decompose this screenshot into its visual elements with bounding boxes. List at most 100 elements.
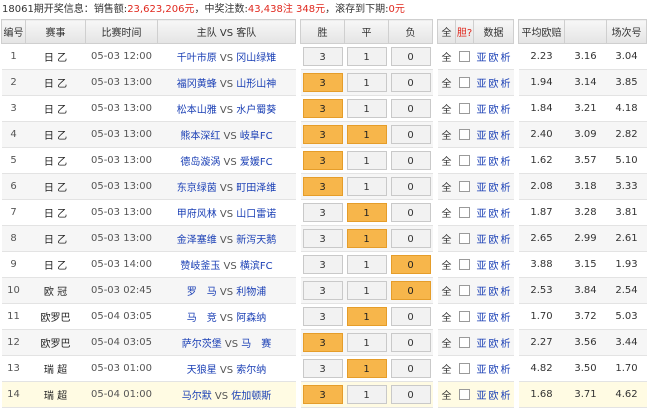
select-all-link[interactable]: 全 (437, 199, 456, 226)
analysis-link[interactable]: 析 (501, 391, 511, 402)
odds-draw-button[interactable]: 1 (346, 255, 387, 274)
analysis-link[interactable]: 析 (501, 287, 511, 298)
header-banker[interactable]: 胆? (455, 19, 474, 44)
odds-lose-button[interactable]: 0 (390, 385, 431, 404)
select-all-link[interactable]: 全 (437, 329, 456, 356)
analysis-link[interactable]: 析 (501, 209, 511, 220)
home-team[interactable]: 东京绿茵 (177, 183, 217, 194)
away-team[interactable]: 新泻天鹅 (236, 235, 276, 246)
banker-checkbox[interactable] (459, 154, 470, 166)
odds-draw-button[interactable]: 1 (346, 281, 387, 300)
home-team[interactable]: 罗 马 (187, 287, 217, 298)
analysis-link[interactable]: 析 (501, 53, 511, 64)
select-all-link[interactable]: 全 (437, 381, 456, 408)
away-team[interactable]: 索尔纳 (236, 365, 266, 376)
away-team[interactable]: 山口雷诺 (236, 209, 276, 220)
odds-draw-button[interactable]: 1 (346, 203, 387, 222)
odds-draw-button[interactable]: 1 (346, 73, 387, 92)
euro-odds-link[interactable]: 欧 (489, 209, 499, 220)
asian-odds-link[interactable]: 亚 (477, 209, 487, 220)
away-team[interactable]: 马 赛 (241, 339, 271, 350)
odds-lose-button[interactable]: 0 (390, 151, 431, 170)
odds-draw-button[interactable]: 1 (346, 177, 387, 196)
home-team[interactable]: 福冈黄蜂 (177, 79, 217, 90)
select-all-link[interactable]: 全 (437, 43, 456, 70)
select-all-link[interactable]: 全 (437, 225, 456, 252)
away-team[interactable]: 横滨FC (240, 261, 273, 272)
select-all-link[interactable]: 全 (437, 121, 456, 148)
banker-checkbox[interactable] (459, 76, 470, 88)
odds-win-button[interactable]: 3 (302, 229, 343, 248)
odds-win-button[interactable]: 3 (302, 333, 343, 352)
away-team[interactable]: 爱媛FC (240, 157, 273, 168)
odds-lose-button[interactable]: 0 (390, 307, 431, 326)
euro-odds-link[interactable]: 欧 (489, 261, 499, 272)
asian-odds-link[interactable]: 亚 (477, 79, 487, 90)
banker-checkbox[interactable] (459, 362, 470, 374)
asian-odds-link[interactable]: 亚 (477, 183, 487, 194)
banker-checkbox[interactable] (459, 50, 470, 62)
odds-draw-button[interactable]: 1 (346, 359, 387, 378)
analysis-link[interactable]: 析 (501, 365, 511, 376)
euro-odds-link[interactable]: 欧 (489, 53, 499, 64)
home-team[interactable]: 天狼星 (187, 365, 217, 376)
analysis-link[interactable]: 析 (501, 157, 511, 168)
odds-lose-button[interactable]: 0 (390, 281, 431, 300)
asian-odds-link[interactable]: 亚 (477, 339, 487, 350)
euro-odds-link[interactable]: 欧 (489, 79, 499, 90)
away-team[interactable]: 冈山绿雉 (236, 53, 276, 64)
odds-win-button[interactable]: 3 (302, 203, 343, 222)
analysis-link[interactable]: 析 (501, 131, 511, 142)
asian-odds-link[interactable]: 亚 (477, 261, 487, 272)
odds-win-button[interactable]: 3 (302, 73, 343, 92)
banker-checkbox[interactable] (459, 284, 470, 296)
asian-odds-link[interactable]: 亚 (477, 287, 487, 298)
banker-checkbox[interactable] (459, 258, 470, 270)
odds-lose-button[interactable]: 0 (390, 359, 431, 378)
odds-win-button[interactable]: 3 (302, 151, 343, 170)
banker-checkbox[interactable] (459, 206, 470, 218)
home-team[interactable]: 赞岐釜玉 (180, 261, 220, 272)
odds-draw-button[interactable]: 1 (346, 125, 387, 144)
odds-draw-button[interactable]: 1 (346, 47, 387, 66)
home-team[interactable]: 德岛漩涡 (180, 157, 220, 168)
odds-draw-button[interactable]: 1 (346, 333, 387, 352)
euro-odds-link[interactable]: 欧 (489, 313, 499, 324)
analysis-link[interactable]: 析 (501, 183, 511, 194)
analysis-link[interactable]: 析 (501, 235, 511, 246)
odds-win-button[interactable]: 3 (302, 281, 343, 300)
home-team[interactable]: 马尔默 (182, 391, 212, 402)
asian-odds-link[interactable]: 亚 (477, 391, 487, 402)
asian-odds-link[interactable]: 亚 (477, 105, 487, 116)
banker-checkbox[interactable] (459, 310, 470, 322)
away-team[interactable]: 佐加顿斯 (231, 391, 271, 402)
odds-lose-button[interactable]: 0 (390, 47, 431, 66)
select-all-link[interactable]: 全 (437, 303, 456, 330)
away-team[interactable]: 山形山神 (236, 79, 276, 90)
asian-odds-link[interactable]: 亚 (477, 235, 487, 246)
select-all-link[interactable]: 全 (437, 251, 456, 278)
odds-draw-button[interactable]: 1 (346, 229, 387, 248)
odds-win-button[interactable]: 3 (302, 177, 343, 196)
select-all-link[interactable]: 全 (437, 173, 456, 200)
analysis-link[interactable]: 析 (501, 339, 511, 350)
odds-draw-button[interactable]: 1 (346, 307, 387, 326)
odds-lose-button[interactable]: 0 (390, 203, 431, 222)
home-team[interactable]: 马 竞 (187, 313, 217, 324)
odds-draw-button[interactable]: 1 (346, 151, 387, 170)
away-team[interactable]: 水户蜀葵 (236, 105, 276, 116)
odds-draw-button[interactable]: 1 (346, 99, 387, 118)
odds-win-button[interactable]: 3 (302, 385, 343, 404)
asian-odds-link[interactable]: 亚 (477, 313, 487, 324)
odds-lose-button[interactable]: 0 (390, 229, 431, 248)
odds-lose-button[interactable]: 0 (390, 177, 431, 196)
euro-odds-link[interactable]: 欧 (489, 339, 499, 350)
select-all-link[interactable]: 全 (437, 95, 456, 122)
select-all-link[interactable]: 全 (437, 69, 456, 96)
odds-win-button[interactable]: 3 (302, 255, 343, 274)
odds-win-button[interactable]: 3 (302, 125, 343, 144)
euro-odds-link[interactable]: 欧 (489, 365, 499, 376)
odds-lose-button[interactable]: 0 (390, 73, 431, 92)
euro-odds-link[interactable]: 欧 (489, 287, 499, 298)
euro-odds-link[interactable]: 欧 (489, 183, 499, 194)
